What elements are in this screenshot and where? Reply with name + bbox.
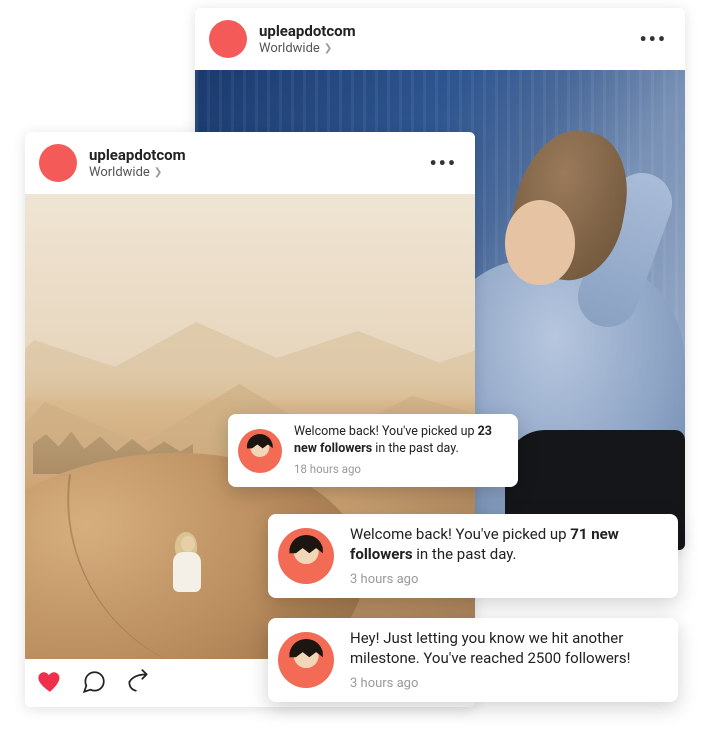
post-header: upleapdotcom Worldwide ❯ ••• — [195, 8, 685, 70]
comment-icon — [81, 669, 107, 695]
avatar[interactable] — [39, 144, 77, 182]
notification-message: Hey! Just letting you know we hit anothe… — [350, 628, 664, 669]
sitting-person-illustration — [165, 534, 209, 594]
location-row[interactable]: Worldwide ❯ — [89, 165, 425, 181]
like-button[interactable] — [37, 669, 63, 695]
notification-prefix: Hey! Just letting you know we hit anothe… — [350, 629, 630, 667]
chevron-right-icon: ❯ — [154, 167, 162, 179]
notification-text: Welcome back! You've picked up 23 new fo… — [294, 424, 504, 477]
username[interactable]: upleapdotcom — [89, 146, 425, 164]
share-button[interactable] — [125, 669, 151, 695]
chevron-right-icon: ❯ — [324, 43, 332, 55]
notification-time: 3 hours ago — [350, 571, 664, 589]
notification-text: Welcome back! You've picked up 71 new fo… — [350, 524, 664, 588]
location-label: Worldwide — [89, 165, 150, 181]
heart-icon — [37, 669, 63, 695]
username[interactable]: upleapdotcom — [259, 22, 635, 40]
share-icon — [125, 669, 151, 695]
notification-avatar — [278, 632, 334, 688]
notification-card[interactable]: Hey! Just letting you know we hit anothe… — [268, 618, 678, 702]
notification-card[interactable]: Welcome back! You've picked up 71 new fo… — [268, 514, 678, 598]
location-label: Worldwide — [259, 41, 320, 57]
notification-time: 18 hours ago — [294, 462, 504, 478]
notification-suffix: in the past day. — [372, 441, 459, 456]
more-options-button[interactable]: ••• — [425, 151, 461, 175]
header-text: upleapdotcom Worldwide ❯ — [89, 146, 425, 181]
notification-avatar — [278, 528, 334, 584]
notification-suffix: in the past day. — [413, 545, 517, 563]
location-row[interactable]: Worldwide ❯ — [259, 41, 635, 57]
notification-message: Welcome back! You've picked up 23 new fo… — [294, 424, 504, 458]
notification-time: 3 hours ago — [350, 675, 664, 693]
notification-card[interactable]: Welcome back! You've picked up 23 new fo… — [228, 414, 518, 487]
notification-prefix: Welcome back! You've picked up — [350, 525, 570, 543]
notification-message: Welcome back! You've picked up 71 new fo… — [350, 524, 664, 565]
header-text: upleapdotcom Worldwide ❯ — [259, 22, 635, 57]
more-options-button[interactable]: ••• — [635, 27, 671, 51]
post-header: upleapdotcom Worldwide ❯ ••• — [25, 132, 475, 194]
comment-button[interactable] — [81, 669, 107, 695]
notification-prefix: Welcome back! You've picked up — [294, 424, 478, 439]
avatar[interactable] — [209, 20, 247, 58]
notification-avatar — [238, 429, 282, 473]
notification-text: Hey! Just letting you know we hit anothe… — [350, 628, 664, 692]
